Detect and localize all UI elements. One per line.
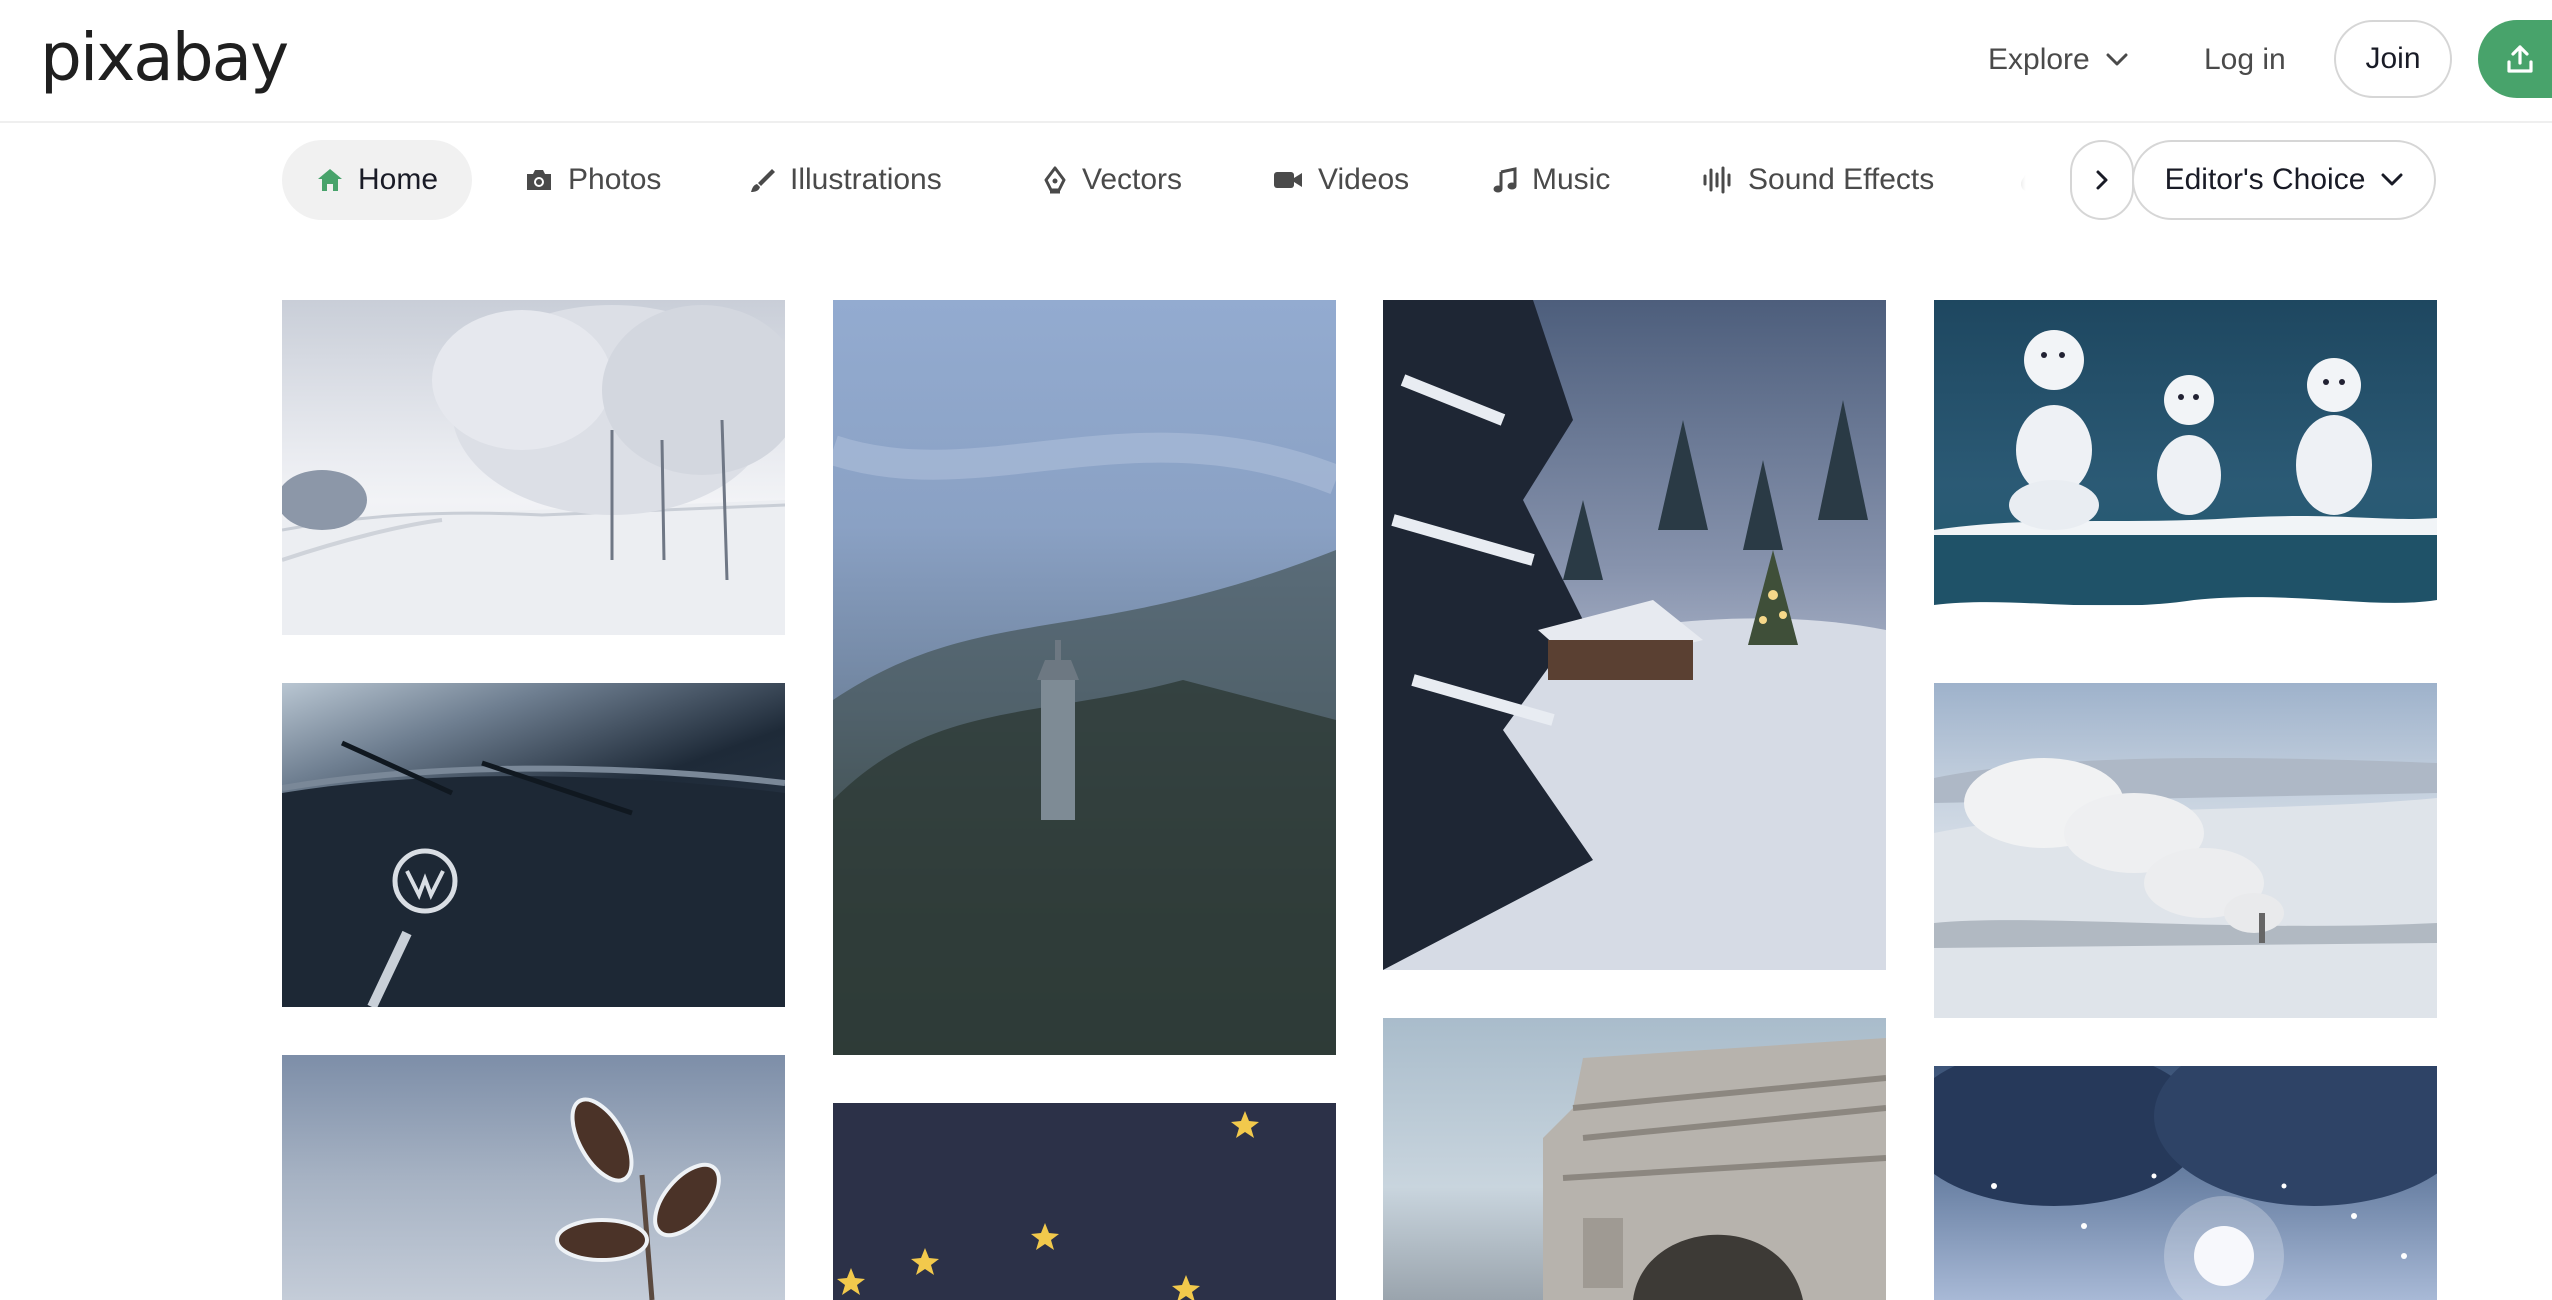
editors-choice-dropdown[interactable]: Editor's Choice	[2132, 140, 2436, 220]
nav-scroll-right-button[interactable]	[2070, 140, 2134, 220]
image-tile-snowmen[interactable]	[1934, 300, 2437, 635]
pixabay-logo[interactable]: pixabay	[40, 18, 289, 98]
waveform-icon	[1703, 166, 1731, 194]
star-icon	[837, 1268, 865, 1295]
frosted-leaves-image	[555, 1097, 721, 1300]
brush-icon	[751, 169, 775, 192]
winter-cabin-image	[1383, 300, 1886, 970]
home-icon	[318, 169, 342, 191]
camera-icon	[527, 170, 551, 190]
upload-icon	[2507, 45, 2533, 73]
image-tile-arc-de-triomphe[interactable]	[1383, 1018, 1886, 1300]
pen-nib-icon	[1044, 166, 1066, 194]
tab-sound-effects[interactable]: Sound Effects	[1702, 140, 1934, 220]
starry-sky-image	[837, 1111, 1259, 1300]
arc-de-triomphe-image	[1543, 1038, 1886, 1300]
image-tile-frosted-leaves[interactable]	[282, 1055, 785, 1300]
video-camera-icon	[1274, 172, 1302, 188]
three-snowmen-image	[1934, 330, 2437, 635]
chevron-down-icon	[2106, 53, 2128, 66]
category-nav: Home Photos Illustrations Vectors Videos	[282, 140, 2058, 220]
tab-photos[interactable]: Photos	[524, 140, 661, 220]
tab-label: Illustrations	[790, 163, 942, 196]
tab-label: Photos	[568, 163, 662, 196]
editors-choice-label: Editor's Choice	[2164, 163, 2366, 196]
industrial-smoke-image	[1934, 758, 2437, 1018]
image-tile-lighthouse-grass[interactable]	[833, 300, 1336, 1055]
star-icon	[911, 1248, 939, 1275]
tab-label: Home	[358, 163, 439, 196]
join-button[interactable]: Join	[2334, 20, 2452, 98]
image-tile-snowy-road[interactable]	[282, 300, 785, 635]
star-icon	[1231, 1111, 1259, 1138]
music-note-icon	[1493, 167, 1517, 193]
chevron-down-icon	[2381, 173, 2403, 186]
nav-fade	[1976, 140, 2066, 220]
tab-videos[interactable]: Videos	[1272, 140, 1409, 220]
car-hood-image	[282, 740, 785, 1007]
tab-home[interactable]: Home	[282, 140, 473, 220]
image-tile-moonlit-trees[interactable]	[1934, 1066, 2437, 1300]
image-tile-vw-beetle[interactable]	[282, 683, 785, 1007]
upload-button[interactable]	[2478, 20, 2552, 98]
star-icon	[1031, 1223, 1059, 1250]
tab-music[interactable]: Music	[1492, 140, 1610, 220]
blurred-lighthouse-image	[833, 432, 1336, 1055]
tab-illustrations[interactable]: Illustrations	[748, 140, 942, 220]
explore-menu[interactable]: Explore	[1988, 30, 2128, 90]
tab-label: Vectors	[1082, 163, 1183, 196]
top-header: pixabay Explore Log in Join	[0, 0, 2552, 123]
explore-label: Explore	[1988, 43, 2090, 76]
tab-label: Music	[1532, 163, 1611, 196]
star-icon	[1172, 1275, 1200, 1300]
chevron-right-icon	[2096, 170, 2108, 190]
image-tile-snowy-cabin[interactable]	[1383, 300, 1886, 970]
login-link[interactable]: Log in	[2204, 30, 2286, 90]
snowy-trees-moon-image	[1934, 1066, 2437, 1300]
snowy-trees-image	[282, 305, 785, 635]
image-tile-starry-night[interactable]	[833, 1103, 1336, 1300]
image-tile-smoke-fog[interactable]	[1934, 683, 2437, 1018]
tab-vectors[interactable]: Vectors	[1042, 140, 1182, 220]
tab-label: Sound Effects	[1748, 163, 1935, 196]
tab-label: Videos	[1318, 163, 1410, 196]
